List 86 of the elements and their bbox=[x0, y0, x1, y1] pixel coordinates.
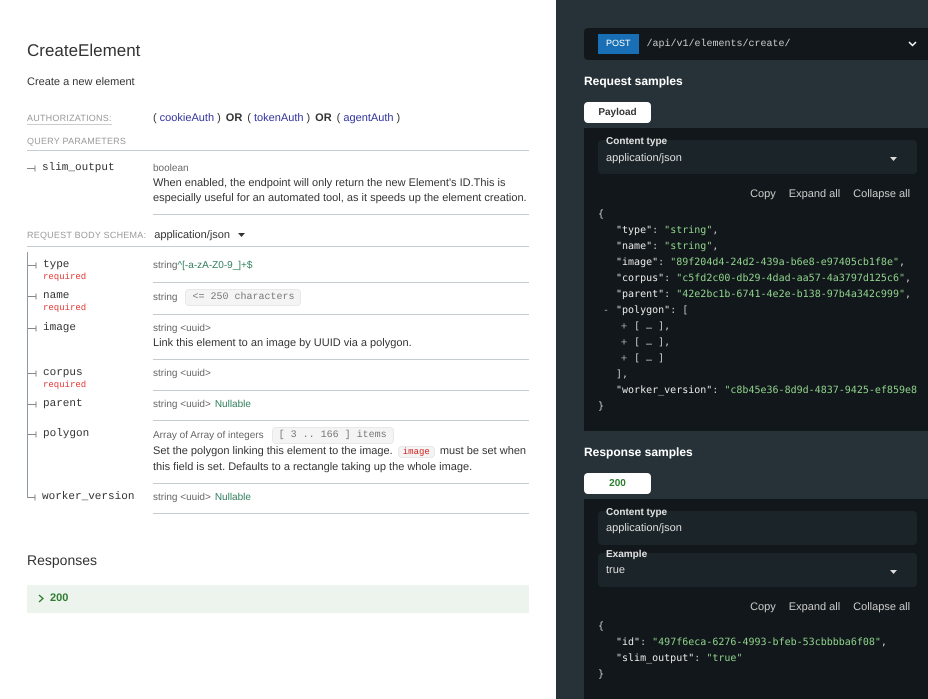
field-name: parent bbox=[43, 396, 83, 410]
code-line: } bbox=[598, 400, 604, 412]
code-line: "slim_output": "true" bbox=[616, 653, 742, 664]
field-description: Set the polygon linking this element to the image. image must be set when this field is set. Defaults to a rectangle taking up the whole image. bbox=[153, 444, 528, 474]
endpoint-bar[interactable]: POST /api/v1/elements/create/ bbox=[584, 28, 928, 60]
nullable-label: Nullable bbox=[214, 490, 251, 504]
tree-branch-icon bbox=[28, 324, 37, 332]
response-toggle[interactable]: 200 bbox=[27, 584, 529, 612]
tree-branch-icon bbox=[28, 400, 37, 408]
type-text: string <uuid> bbox=[153, 490, 211, 504]
type-text: string bbox=[153, 258, 178, 272]
tree-branch-icon bbox=[28, 262, 37, 268]
type-text: string <uuid> bbox=[153, 366, 211, 380]
select-field[interactable]: Content type application/json bbox=[598, 510, 918, 544]
field-description: Link this element to an image by UUID via a polygon. bbox=[153, 336, 413, 350]
section-heading: QUERY PARAMETERS bbox=[27, 134, 529, 151]
code-line: "type": "string", bbox=[616, 224, 718, 236]
select-value: application/json bbox=[606, 521, 682, 536]
section-label: AUTHORIZATIONS: bbox=[27, 112, 113, 125]
type-text: boolean bbox=[153, 162, 189, 176]
code-action-button[interactable]: Collapse all bbox=[853, 186, 910, 202]
dropdown-caret-icon bbox=[238, 233, 246, 238]
constraint-chip: <= 250 characters bbox=[185, 288, 302, 306]
field-name: image bbox=[43, 320, 76, 334]
code-line: [ … ], bbox=[634, 320, 670, 332]
required-label: required bbox=[43, 272, 86, 282]
code-action-button[interactable]: Copy bbox=[750, 598, 776, 615]
content-type-dropdown[interactable]: application/json bbox=[154, 227, 246, 244]
code-line: { bbox=[598, 621, 604, 632]
required-label: required bbox=[43, 380, 86, 390]
field-name: worker_version bbox=[42, 490, 134, 504]
tree-branch-icon bbox=[28, 430, 37, 438]
field-name: type bbox=[43, 258, 70, 272]
sample-tab[interactable]: 200 bbox=[584, 472, 651, 494]
field-name: name bbox=[43, 288, 70, 302]
code-line: "corpus": "c5fd2c00-db29-4dad-aa57-4a3797d125c6", bbox=[616, 272, 912, 284]
code-line: "polygon": [ bbox=[616, 304, 688, 316]
responses-title: Responses bbox=[27, 550, 98, 570]
chevron-down-icon bbox=[908, 41, 918, 47]
page-title: CreateElement bbox=[27, 40, 142, 62]
toggle-button[interactable]: - bbox=[603, 302, 610, 318]
dropdown-caret-icon bbox=[890, 570, 898, 574]
tree-branch-icon bbox=[28, 370, 37, 376]
authorization-text: ( cookieAuth ) OR ( tokenAuth ) OR ( agentAuth ) bbox=[153, 111, 400, 126]
dropdown-caret-icon bbox=[890, 157, 898, 161]
sample-tab[interactable]: Payload bbox=[584, 102, 651, 123]
field-name: corpus bbox=[43, 366, 84, 380]
tree-branch-icon bbox=[27, 494, 36, 500]
code-line: [ … ] bbox=[634, 352, 664, 364]
type-text: string <uuid> bbox=[153, 398, 211, 412]
endpoint-path: /api/v1/elements/create/ bbox=[646, 38, 792, 52]
code-line: { bbox=[598, 208, 604, 220]
code-line: "name": "string", bbox=[616, 240, 718, 252]
type-text: Array of Array of integers bbox=[153, 428, 264, 442]
code-line: "image": "89f204d4-24d2-439a-b6e8-e97405cb1f8e", bbox=[616, 256, 906, 268]
section-title: Request samples bbox=[584, 73, 684, 90]
tree-branch-icon bbox=[28, 292, 37, 300]
field-name: slim_output bbox=[42, 161, 115, 175]
code-action-button[interactable]: Expand all bbox=[788, 186, 840, 202]
code-action-button[interactable]: Copy bbox=[750, 186, 776, 202]
field-name: polygon bbox=[43, 426, 90, 440]
toggle-button[interactable]: + bbox=[621, 318, 628, 334]
section-title: Response samples bbox=[584, 444, 694, 460]
toggle-button[interactable]: + bbox=[621, 350, 628, 366]
code-line: } bbox=[598, 669, 604, 680]
code-line: [ … ], bbox=[634, 336, 670, 348]
code-line: ], bbox=[616, 368, 628, 380]
field-description: When enabled, the endpoint will only return the new Element's ID.This is especially useful for an automated tool, as it speeds up the element creation. bbox=[153, 176, 528, 206]
code-line: "parent": "42e2bc1b-6741-4e2e-b138-97b4a342c999", bbox=[616, 288, 912, 300]
code-line: "id": "497f6eca-6276-4993-bfeb-53cbbbba6f08", bbox=[616, 637, 887, 648]
nullable-label: Nullable bbox=[214, 398, 251, 412]
toggle-button[interactable]: + bbox=[621, 334, 628, 350]
constraint-chip: [ 3 .. 166 ] items bbox=[272, 426, 394, 444]
code-action-button[interactable]: Expand all bbox=[788, 598, 840, 615]
page-description: Create a new element bbox=[27, 74, 136, 90]
method-badge: POST bbox=[598, 34, 639, 54]
tree-branch-icon bbox=[27, 165, 36, 172]
type-text: string bbox=[153, 290, 178, 304]
select-value: application/json bbox=[606, 150, 682, 166]
code-action-button[interactable]: Collapse all bbox=[853, 598, 910, 615]
pattern-text: ^[-a-zA-Z0-9_]+$ bbox=[177, 258, 252, 272]
type-text: string <uuid> bbox=[153, 322, 211, 336]
required-label: required bbox=[43, 302, 86, 314]
select-value: true bbox=[606, 563, 625, 578]
code-line: "worker_version": "c8b45e36-8d9d-4837-9425-ef859e8 bbox=[616, 384, 918, 396]
section-label: REQUEST BODY SCHEMA: bbox=[27, 228, 146, 242]
